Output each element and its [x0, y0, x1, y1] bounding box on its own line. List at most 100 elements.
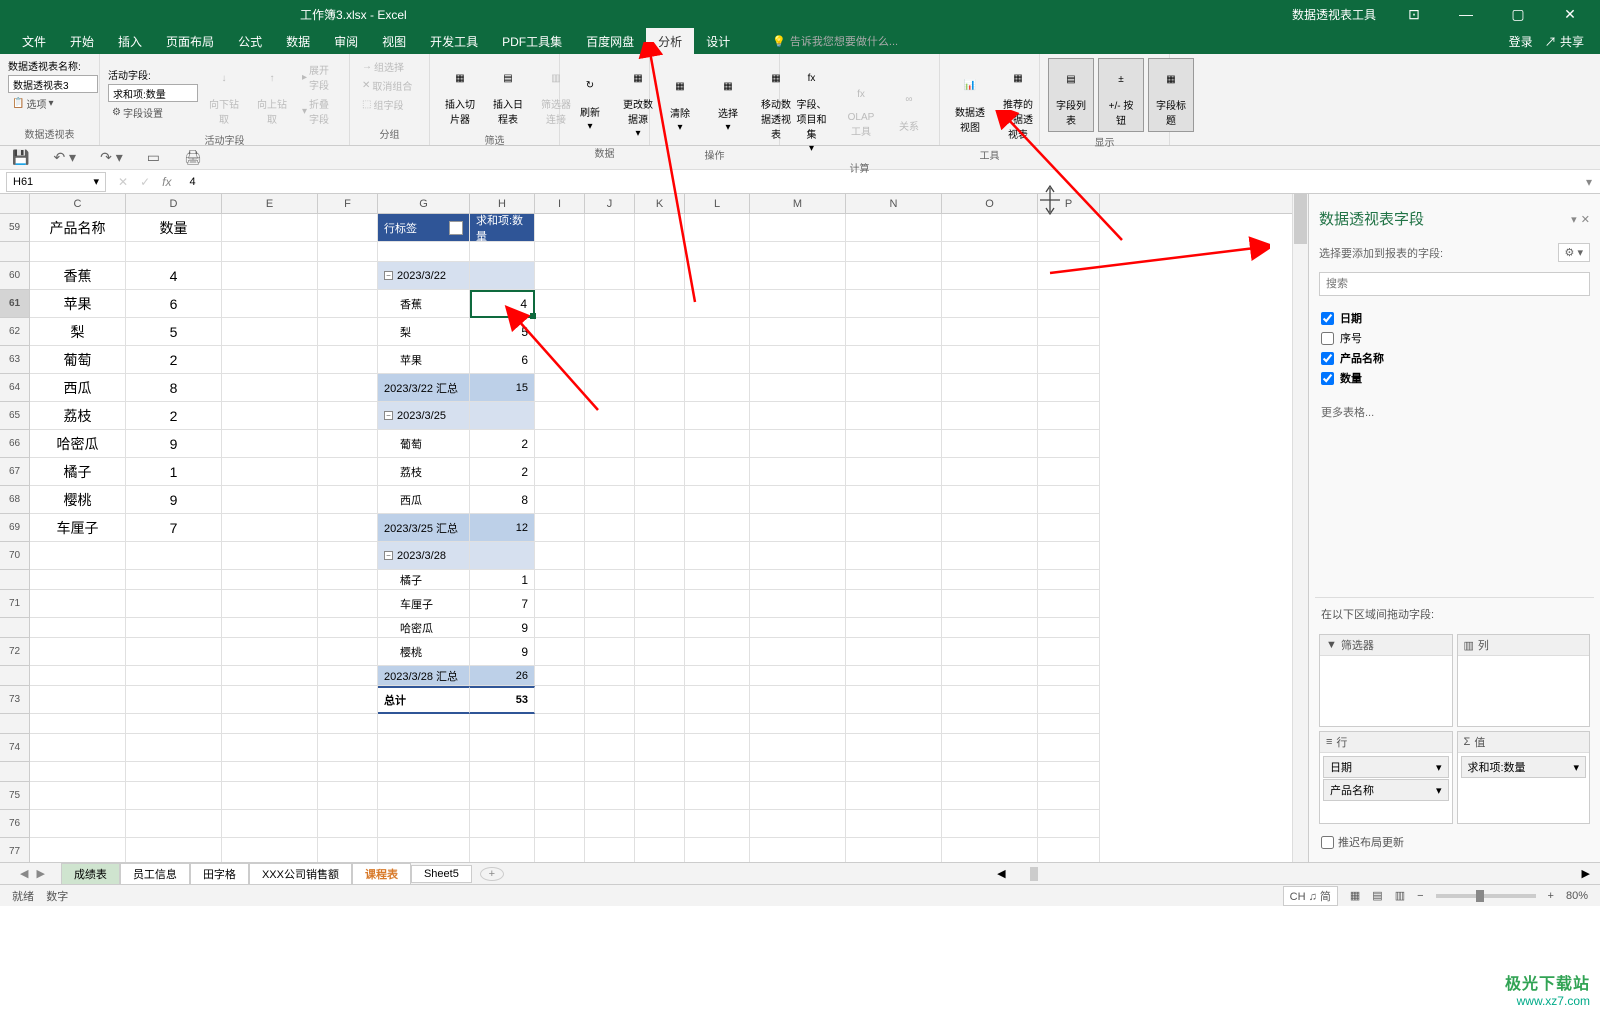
cell[interactable] [685, 838, 750, 862]
cell[interactable] [126, 590, 222, 618]
cell[interactable] [942, 638, 1038, 666]
cell[interactable]: 求和项:数量 [470, 214, 535, 242]
cell[interactable] [318, 290, 378, 318]
cell[interactable] [585, 486, 635, 514]
sheet-tab-5[interactable]: 课程表 [352, 863, 411, 885]
row-header[interactable]: 65 [0, 402, 30, 430]
cell[interactable] [585, 734, 635, 762]
cell[interactable] [685, 242, 750, 262]
cell[interactable] [222, 262, 318, 290]
cell[interactable] [222, 618, 318, 638]
cell[interactable] [535, 734, 585, 762]
recommended-pivots-button[interactable]: ▦推荐的数据透视表 [996, 58, 1040, 145]
cell[interactable]: 7 [126, 514, 222, 542]
cell[interactable] [750, 666, 846, 686]
cell[interactable] [30, 734, 126, 762]
row-header[interactable] [0, 570, 30, 590]
cell[interactable] [635, 838, 685, 862]
column-header-F[interactable]: F [318, 194, 378, 213]
active-field-input[interactable] [108, 84, 198, 102]
row-header[interactable]: 61 [0, 290, 30, 318]
select-button[interactable]: ▦选择▾ [706, 58, 750, 145]
cell[interactable] [1038, 686, 1100, 714]
cell[interactable] [1038, 514, 1100, 542]
chevron-down-icon[interactable]: ▾ [93, 175, 99, 188]
column-header-G[interactable]: G [378, 194, 470, 213]
formula-input[interactable]: 4 [183, 176, 1578, 188]
cell[interactable] [470, 838, 535, 862]
cell[interactable] [750, 514, 846, 542]
row-header[interactable]: 68 [0, 486, 30, 514]
cell[interactable] [635, 318, 685, 346]
column-header-P[interactable]: P [1038, 194, 1100, 213]
cell[interactable] [318, 810, 378, 838]
cell[interactable]: 西瓜 [30, 374, 126, 402]
vertical-scrollbar[interactable] [1292, 194, 1308, 862]
field-checkbox[interactable] [1321, 372, 1334, 385]
cell[interactable]: 荔枝 [30, 402, 126, 430]
tab-formulas[interactable]: 公式 [226, 28, 274, 54]
page-layout-view-icon[interactable]: ▤ [1372, 889, 1382, 902]
cell[interactable] [750, 430, 846, 458]
cell[interactable]: 樱桃 [30, 486, 126, 514]
column-header-D[interactable]: D [126, 194, 222, 213]
cell[interactable] [318, 666, 378, 686]
cell[interactable] [1038, 242, 1100, 262]
cell[interactable] [942, 686, 1038, 714]
cell[interactable] [1038, 782, 1100, 810]
field-list-button[interactable]: ▤字段列表 [1048, 58, 1094, 132]
next-sheet-icon[interactable]: ▶ [36, 867, 44, 880]
cell[interactable]: 26 [470, 666, 535, 686]
cell[interactable] [222, 714, 318, 734]
cell[interactable] [635, 762, 685, 782]
cell[interactable] [30, 666, 126, 686]
cell[interactable] [30, 638, 126, 666]
cell[interactable] [126, 570, 222, 590]
ime-indicator[interactable]: CH ♫ 简 [1283, 886, 1338, 906]
cell[interactable] [585, 242, 635, 262]
cell[interactable] [470, 810, 535, 838]
cell[interactable]: −2023/3/28 [378, 542, 470, 570]
cell[interactable] [635, 810, 685, 838]
cell[interactable] [222, 214, 318, 242]
cell[interactable] [685, 618, 750, 638]
cell[interactable] [1038, 374, 1100, 402]
cell[interactable]: 7 [470, 590, 535, 618]
cell[interactable]: 数量 [126, 214, 222, 242]
cell[interactable] [846, 810, 942, 838]
cell[interactable] [1038, 590, 1100, 618]
row-header[interactable]: 69 [0, 514, 30, 542]
cell[interactable]: 2023/3/22 汇总 [378, 374, 470, 402]
cell[interactable] [535, 666, 585, 686]
cell[interactable] [126, 734, 222, 762]
cell[interactable]: 哈密瓜 [30, 430, 126, 458]
cell[interactable] [222, 666, 318, 686]
cell[interactable] [942, 838, 1038, 862]
cell[interactable] [635, 618, 685, 638]
cell[interactable] [318, 514, 378, 542]
cell[interactable]: 1 [126, 458, 222, 486]
cell[interactable]: 葡萄 [30, 346, 126, 374]
cell[interactable] [846, 666, 942, 686]
row-header[interactable] [0, 762, 30, 782]
cell[interactable] [635, 346, 685, 374]
cell[interactable] [535, 458, 585, 486]
cell[interactable] [942, 374, 1038, 402]
cell[interactable] [535, 402, 585, 430]
row-header[interactable]: 59 [0, 214, 30, 242]
cell[interactable] [942, 486, 1038, 514]
cell[interactable] [585, 374, 635, 402]
add-sheet-button[interactable]: + [480, 867, 504, 881]
cell[interactable] [685, 402, 750, 430]
save-icon[interactable]: 💾 [12, 149, 29, 166]
cell[interactable] [318, 242, 378, 262]
cell[interactable]: 9 [126, 486, 222, 514]
cell[interactable] [846, 262, 942, 290]
cell[interactable] [1038, 430, 1100, 458]
sheet-tab-3[interactable]: 田字格 [190, 863, 249, 885]
cell[interactable] [585, 590, 635, 618]
cell[interactable] [318, 486, 378, 514]
cell[interactable] [1038, 762, 1100, 782]
cell[interactable] [846, 590, 942, 618]
cell[interactable]: 苹果 [30, 290, 126, 318]
